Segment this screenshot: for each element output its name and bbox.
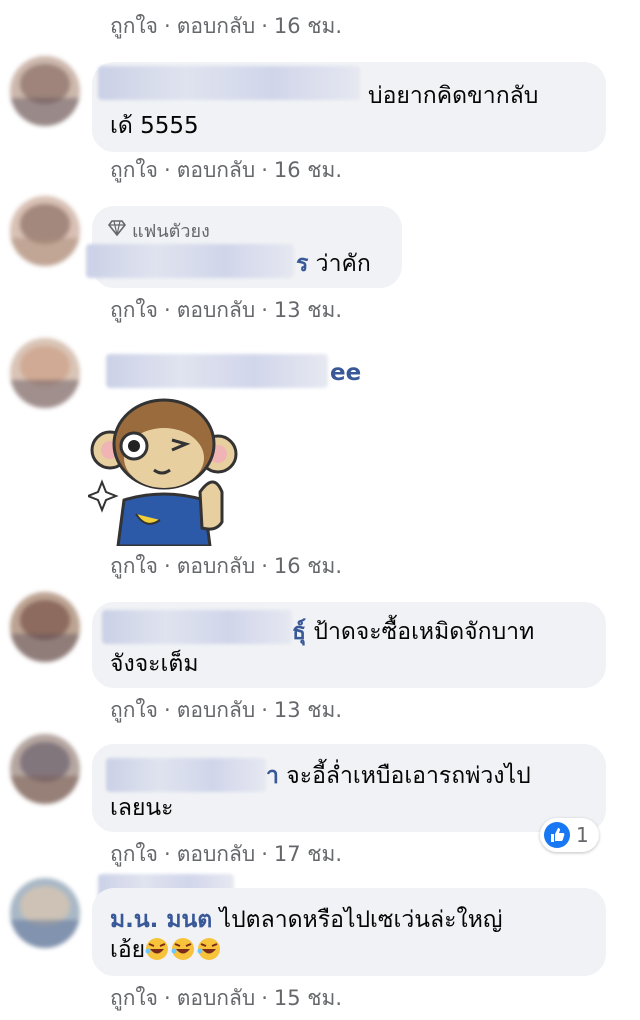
comment-text-line2: เลยนะ <box>110 795 174 821</box>
commenter-name-blurred[interactable] <box>102 610 292 644</box>
comment-bubble: บ่อยากคิดขากลับ เด้ 5555 <box>92 62 606 152</box>
reply-link[interactable]: ตอบกลับ <box>177 698 256 722</box>
avatar[interactable] <box>10 734 80 804</box>
monkey-thumbs-up-sticker[interactable] <box>85 396 244 548</box>
reply-link[interactable]: ตอบกลับ <box>177 14 256 38</box>
badge-label: แฟนตัวยง <box>132 221 210 242</box>
like-link[interactable]: ถูกใจ <box>110 158 158 182</box>
comment-time[interactable]: 16 ชม. <box>274 158 342 182</box>
thumbs-up-icon <box>544 822 570 848</box>
avatar[interactable] <box>10 338 80 408</box>
comment-actions: ถูกใจ · ตอบกลับ · 16 ชม. <box>110 158 343 182</box>
reply-link[interactable]: ตอบกลับ <box>177 554 256 578</box>
reply-link[interactable]: ตอบกลับ <box>177 842 256 866</box>
reaction-number: 1 <box>576 823 589 847</box>
like-link[interactable]: ถูกใจ <box>110 14 158 38</box>
comment-text: บ่อยากคิดขากลับ <box>368 83 539 109</box>
comment-time[interactable]: 16 ชม. <box>274 554 342 578</box>
comment-actions: ถูกใจ · ตอบกลับ · 16 ชม. <box>110 554 343 578</box>
top-fan-badge: แฟนตัวยง <box>107 216 210 245</box>
commenter-name-tail[interactable]: ร <box>296 251 308 277</box>
comment-actions: ถูกใจ · ตอบกลับ · 13 ชม. <box>110 298 343 322</box>
commenter-name-tail[interactable]: า <box>266 763 279 789</box>
comment-actions: ถูกใจ · ตอบกลับ · 17 ชม. <box>110 842 343 866</box>
commenter-name-blurred[interactable] <box>106 354 328 388</box>
comment-time[interactable]: 16 ชม. <box>274 14 342 38</box>
commenter-name[interactable]: ม.น. มนต <box>110 907 212 933</box>
like-link[interactable]: ถูกใจ <box>110 986 158 1010</box>
laughing-emoji-icon <box>145 937 171 963</box>
comment-time[interactable]: 13 ชม. <box>274 698 342 722</box>
avatar[interactable] <box>10 196 80 266</box>
like-link[interactable]: ถูกใจ <box>110 554 158 578</box>
comment-bubble: ธุ์ ป้าดจะซื้อเหมิดจักบาท จังจะเต็ม <box>92 602 606 688</box>
comment-text: จะอี้ล่ำเหบือเอารถพ่วงไป <box>286 763 531 789</box>
diamond-icon <box>107 220 127 241</box>
laughing-emoji-icon <box>171 937 197 963</box>
avatar[interactable] <box>10 592 80 662</box>
like-link[interactable]: ถูกใจ <box>110 698 158 722</box>
comment-text: ว่าคัก <box>315 251 371 277</box>
reply-link[interactable]: ตอบกลับ <box>177 298 256 322</box>
comment-bubble: ม.น. มนต ไปตลาดหรือไปเซเว่นล่ะใหญ่ เอ้ย <box>92 888 606 976</box>
comment-actions: ถูกใจ · ตอบกลับ · 15 ชม. <box>110 986 343 1010</box>
comment-text: ป้าดจะซื้อเหมิดจักบาท <box>313 619 535 645</box>
commenter-name-blurred[interactable] <box>106 758 266 792</box>
commenter-name-tail[interactable]: ธุ์ <box>292 619 306 645</box>
comment-actions: ถูกใจ · ตอบกลับ · 16 ชม. <box>110 14 343 38</box>
comment-time[interactable]: 15 ชม. <box>274 986 342 1010</box>
comment-bubble: แฟนตัวยง ร ว่าคัก <box>86 206 402 288</box>
comment-time[interactable]: 17 ชม. <box>274 842 342 866</box>
laughing-emoji-icon <box>197 937 223 963</box>
commenter-name-blurred[interactable] <box>98 66 360 100</box>
comment-actions: ถูกใจ · ตอบกลับ · 13 ชม. <box>110 698 343 722</box>
reply-link[interactable]: ตอบกลับ <box>177 986 256 1010</box>
comment-bubble: า จะอี้ล่ำเหบือเอารถพ่วงไป เลยนะ <box>92 744 606 832</box>
like-link[interactable]: ถูกใจ <box>110 842 158 866</box>
comment-text-line2: เด้ 5555 <box>110 113 199 139</box>
commenter-name-tail[interactable]: ee <box>330 360 361 386</box>
comment-time[interactable]: 13 ชม. <box>274 298 342 322</box>
like-link[interactable]: ถูกใจ <box>110 298 158 322</box>
avatar[interactable] <box>10 56 80 126</box>
reply-link[interactable]: ตอบกลับ <box>177 158 256 182</box>
comment-text-line2: เอ้ย <box>110 937 146 963</box>
comment-text-line2: จังจะเต็ม <box>110 651 199 677</box>
reaction-count[interactable]: 1 <box>540 818 599 852</box>
avatar[interactable] <box>10 878 80 948</box>
commenter-name-blurred[interactable] <box>86 244 294 278</box>
comment-text: ไปตลาดหรือไปเซเว่นล่ะใหญ่ <box>219 907 503 933</box>
